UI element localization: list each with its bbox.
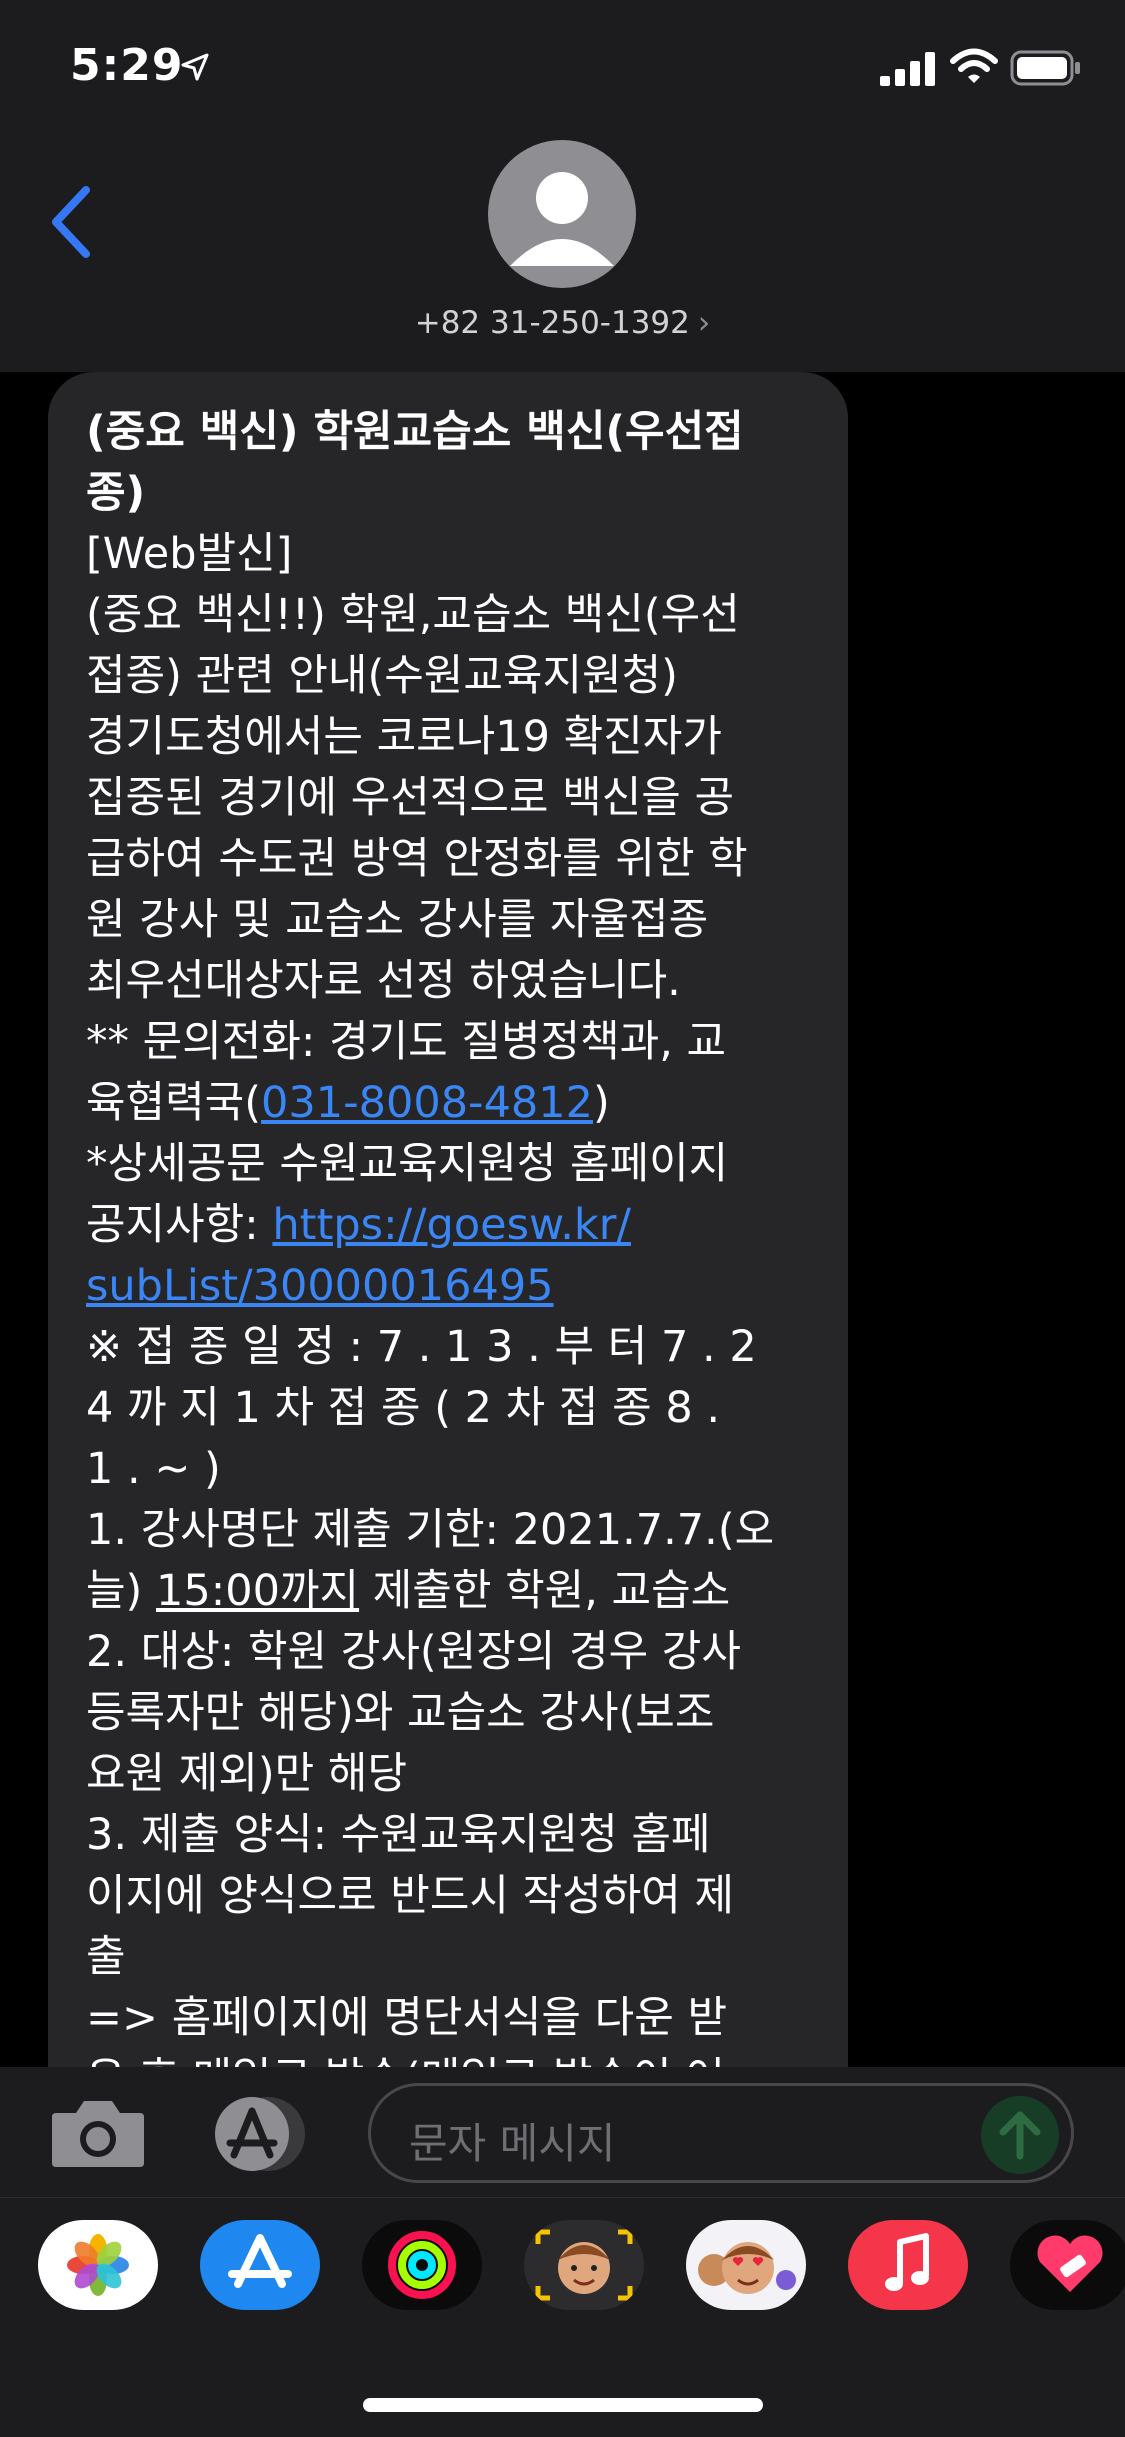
status-time: 5:29 — [70, 40, 184, 91]
message-line: 이지에 양식으로 반드시 작성하여 제 — [86, 1871, 735, 1921]
home-indicator[interactable] — [363, 2398, 763, 2412]
message-line: (중요 백신!!) 학원,교습소 백신(우선 — [86, 590, 740, 640]
contact-number[interactable]: +82 31-250-1392 › — [0, 305, 1125, 341]
message-line: 접종) 관련 안내(수원교육지원청) — [86, 651, 678, 701]
message-line: 급하여 수도권 방역 안정화를 위한 학 — [86, 834, 748, 884]
message-line: *상세공문 수원교육지원청 홈페이지 — [86, 1139, 729, 1189]
back-chevron-icon[interactable] — [44, 182, 104, 262]
message-line: ※ 접 종 일 정 : 7 . 1 3 . 부 터 7 . 2 — [86, 1322, 757, 1372]
message-line: 집중된 경기에 우선적으로 백신을 공 — [86, 773, 735, 823]
camera-icon[interactable] — [50, 2097, 146, 2169]
message-line: 원 강사 및 교습소 강사를 자율접종 — [86, 895, 709, 945]
photos-flower-icon — [67, 2234, 129, 2296]
activity-icon[interactable] — [362, 2220, 482, 2310]
memoji-icon[interactable] — [524, 2220, 644, 2310]
health-icon[interactable] — [1010, 2220, 1125, 2310]
compose-bar: 문자 메시지 — [0, 2067, 1125, 2197]
message-line: 등록자만 해당)와 교습소 강사(보조 — [86, 1688, 715, 1738]
music-icon[interactable] — [848, 2220, 968, 2310]
message-line: 1. 강사명단 제출 기한: 2021.7.7.(오 — [86, 1505, 775, 1555]
message-line: 종) — [86, 468, 146, 518]
cellular-signal-icon — [880, 52, 935, 86]
message-input[interactable]: 문자 메시지 — [368, 2083, 1074, 2183]
contact-number-text: +82 31-250-1392 — [414, 305, 690, 341]
message-placeholder: 문자 메시지 — [409, 2119, 616, 2168]
person-silhouette-icon — [510, 172, 614, 266]
battery-icon — [1010, 50, 1080, 86]
message-line: ** 문의전화: 경기도 질병정책과, 교 — [86, 1017, 727, 1067]
location-arrow-icon — [181, 53, 209, 81]
message-line: 공지사항: https://goesw.kr/ — [86, 1195, 810, 1256]
message-text: 늘) — [86, 1566, 157, 1616]
memoji-face-icon — [535, 2229, 633, 2301]
message-line: 출 — [86, 1932, 126, 1982]
time-link[interactable]: 15:00까지 — [156, 1566, 359, 1616]
message-line: 1 . ~ ) — [86, 1444, 221, 1494]
memoji-heart-eyes-icon — [698, 2242, 796, 2294]
status-bar: 5:29 — [0, 0, 1125, 140]
url-link[interactable]: https://goesw.kr/ — [272, 1200, 631, 1250]
activity-rings-icon — [388, 2231, 456, 2299]
message-line: [Web발신] — [86, 529, 293, 579]
url-link[interactable]: subList/30000016495 — [86, 1261, 554, 1311]
message-text: ) — [593, 1078, 610, 1128]
app-store-icon[interactable] — [208, 2095, 312, 2173]
message-text: 공지사항: — [86, 1200, 273, 1250]
arrow-up-icon — [999, 2111, 1041, 2160]
message-line: 요원 제외)만 해당 — [86, 1749, 408, 1799]
conversation-header: +82 31-250-1392 › — [0, 140, 1125, 373]
memoji-stickers-icon[interactable] — [686, 2220, 806, 2310]
message-line: 늘) 15:00까지 제출한 학원, 교습소 — [86, 1561, 810, 1622]
message-bubble[interactable]: (중요 백신) 학원교습소 백신(우선접 종) [Web발신] (중요 백신!!… — [48, 372, 848, 2067]
message-line: 3. 제출 양식: 수원교육지원청 홈페 — [86, 1810, 711, 1860]
contact-avatar[interactable] — [488, 140, 636, 288]
message-line: 육협력국(031-8008-4812) — [86, 1073, 810, 1134]
message-line: => 홈페이지에 명단서식을 다운 받 — [86, 1993, 728, 2043]
message-thread[interactable]: (중요 백신) 학원교습소 백신(우선접 종) [Web발신] (중요 백신!!… — [0, 372, 1125, 2067]
message-line: 은 후 메일로 발송(메일로 발송이 어 — [86, 2049, 810, 2067]
message-line: 경기도청에서는 코로나19 확진자가 — [86, 712, 722, 762]
phone-link[interactable]: 031-8008-4812 — [261, 1078, 593, 1128]
heart-icon — [1037, 2235, 1103, 2292]
app-store-a-icon — [228, 2234, 292, 2288]
message-line: 2. 대상: 학원 강사(원장의 경우 강사 — [86, 1627, 741, 1677]
message-line: subList/30000016495 — [86, 1256, 810, 1317]
message-text: 육협력국( — [86, 1078, 262, 1128]
music-note-icon — [885, 2233, 929, 2291]
photos-icon[interactable] — [38, 2220, 158, 2310]
message-line: (중요 백신) 학원교습소 백신(우선접 — [86, 407, 744, 457]
app-store-icon[interactable] — [200, 2220, 320, 2310]
send-button[interactable] — [981, 2096, 1059, 2174]
wifi-icon — [950, 48, 998, 83]
message-text: 제출한 학원, 교습소 — [359, 1566, 731, 1616]
message-line: 4 까 지 1 차 접 종 ( 2 차 접 종 8 . — [86, 1383, 721, 1433]
message-line: 최우선대상자로 선정 하였습니다. — [86, 956, 681, 1006]
chevron-right-icon: › — [697, 305, 711, 341]
